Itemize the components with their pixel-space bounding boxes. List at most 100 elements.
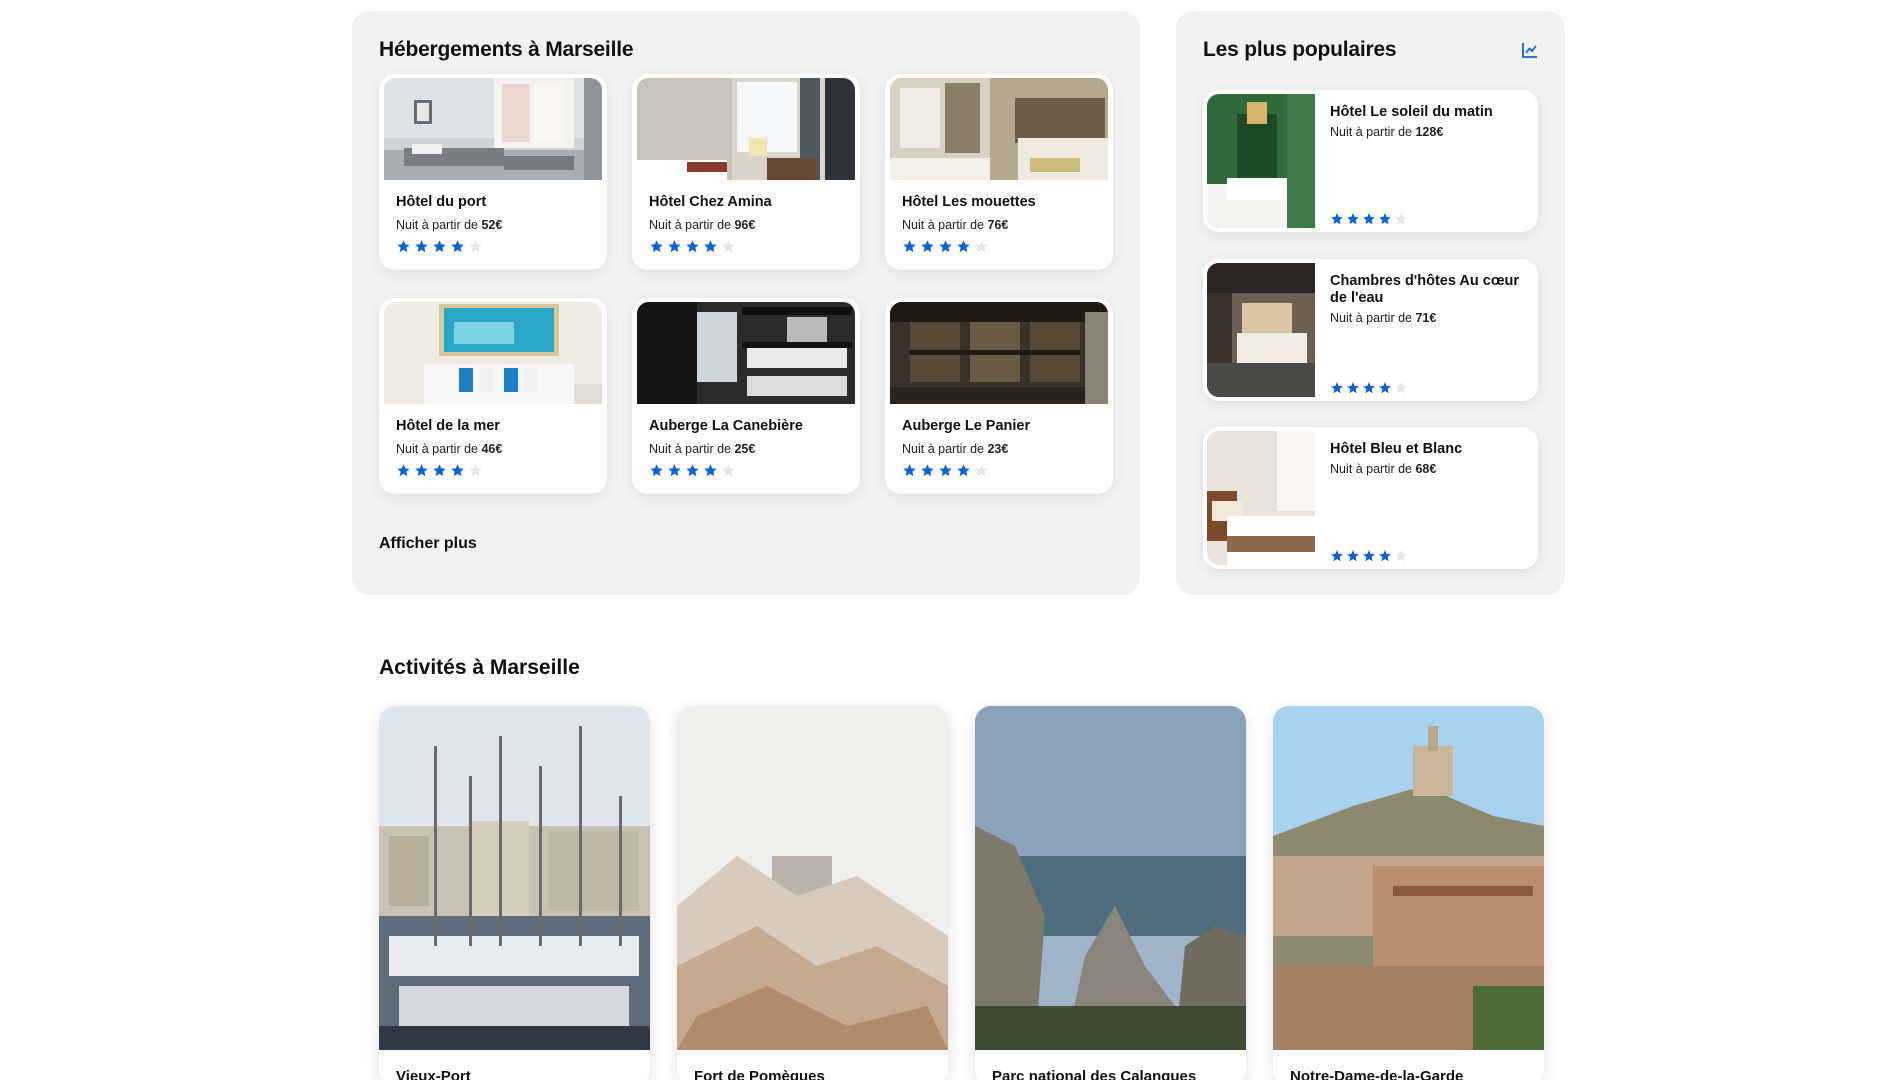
star-rating — [649, 239, 736, 254]
popular-section-title: Les plus populaires — [1203, 38, 1397, 61]
hotel-price: Nuit à partir de 76€ — [902, 218, 1009, 232]
hotel-card[interactable]: Auberge Le Panier Nuit à partir de 23€ — [885, 298, 1113, 494]
star-filled-icon — [650, 240, 663, 253]
activity-card[interactable]: Parc national des Calanques — [975, 706, 1246, 1080]
star-empty-icon — [975, 240, 988, 253]
popular-hotel-photo — [1207, 431, 1315, 565]
activity-name: Parc national des Calanques — [992, 1068, 1197, 1080]
star-filled-icon — [650, 464, 663, 477]
star-rating — [649, 463, 736, 478]
hotel-photo — [637, 78, 855, 180]
star-filled-icon — [433, 240, 446, 253]
star-filled-icon — [451, 464, 464, 477]
star-filled-icon — [1363, 382, 1375, 394]
star-filled-icon — [1379, 213, 1391, 225]
hotel-price: Nuit à partir de 25€ — [649, 442, 756, 456]
hotel-card[interactable]: Auberge La Canebière Nuit à partir de 25… — [632, 298, 860, 494]
hotel-price: Nuit à partir de 46€ — [396, 442, 503, 456]
star-filled-icon — [668, 240, 681, 253]
star-filled-icon — [921, 240, 934, 253]
star-empty-icon — [1395, 382, 1407, 394]
star-rating — [902, 239, 989, 254]
star-filled-icon — [939, 240, 952, 253]
star-empty-icon — [469, 464, 482, 477]
star-empty-icon — [722, 464, 735, 477]
activity-name: Notre-Dame-de-la-Garde — [1290, 1068, 1464, 1080]
star-filled-icon — [1331, 213, 1343, 225]
hotel-name: Hôtel Chez Amina — [649, 194, 772, 210]
activity-photo — [1273, 706, 1544, 1050]
star-filled-icon — [1331, 382, 1343, 394]
star-filled-icon — [451, 240, 464, 253]
star-empty-icon — [1395, 550, 1407, 562]
hotel-photo — [637, 302, 855, 404]
star-filled-icon — [704, 464, 717, 477]
hotels-section-title: Hébergements à Marseille — [379, 38, 634, 61]
star-empty-icon — [722, 240, 735, 253]
star-empty-icon — [1395, 213, 1407, 225]
show-more-link[interactable]: Afficher plus — [379, 535, 477, 553]
star-filled-icon — [686, 464, 699, 477]
activity-card[interactable]: Fort de Pomègues — [677, 706, 948, 1080]
popular-panel: Les plus populaires Hôtel Le soleil du m… — [1176, 11, 1565, 595]
star-filled-icon — [433, 464, 446, 477]
star-filled-icon — [397, 240, 410, 253]
activity-card[interactable]: Vieux-Port — [379, 706, 650, 1080]
activities-section-title: Activités à Marseille — [379, 656, 580, 679]
star-filled-icon — [903, 464, 916, 477]
activity-photo — [379, 706, 650, 1050]
hotel-name: Hôtel Les mouettes — [902, 194, 1036, 210]
star-filled-icon — [1347, 213, 1359, 225]
hotel-photo — [890, 302, 1108, 404]
star-rating — [396, 239, 483, 254]
star-filled-icon — [957, 240, 970, 253]
hotel-price: Nuit à partir de 23€ — [902, 442, 1009, 456]
activity-name: Vieux-Port — [396, 1068, 471, 1080]
star-filled-icon — [1363, 213, 1375, 225]
activity-photo — [975, 706, 1246, 1050]
star-filled-icon — [415, 464, 428, 477]
hotel-card[interactable]: Hôtel du port Nuit à partir de 52€ — [379, 74, 607, 270]
star-filled-icon — [704, 240, 717, 253]
star-filled-icon — [1347, 550, 1359, 562]
hotel-card[interactable]: Hôtel de la mer Nuit à partir de 46€ — [379, 298, 607, 494]
star-rating — [1330, 212, 1408, 226]
popular-hotel-price: Nuit à partir de 71€ — [1330, 311, 1437, 325]
star-rating — [902, 463, 989, 478]
star-filled-icon — [397, 464, 410, 477]
hotel-price: Nuit à partir de 52€ — [396, 218, 503, 232]
star-filled-icon — [1379, 550, 1391, 562]
star-rating — [1330, 549, 1408, 563]
activity-photo — [677, 706, 948, 1050]
star-filled-icon — [668, 464, 681, 477]
star-rating — [1330, 381, 1408, 395]
hotel-photo — [384, 78, 602, 180]
popular-hotel-card[interactable]: Chambres d'hôtes Au cœur de l'eau Nuit à… — [1203, 259, 1538, 401]
popular-hotel-price: Nuit à partir de 68€ — [1330, 462, 1437, 476]
activity-name: Fort de Pomègues — [694, 1068, 825, 1080]
popular-hotel-photo — [1207, 94, 1315, 228]
popular-hotel-card[interactable]: Hôtel Bleu et Blanc Nuit à partir de 68€ — [1203, 427, 1538, 569]
star-filled-icon — [921, 464, 934, 477]
popular-hotel-card[interactable]: Hôtel Le soleil du matin Nuit à partir d… — [1203, 90, 1538, 232]
popular-hotel-name: Hôtel Le soleil du matin — [1330, 104, 1493, 120]
popular-hotel-photo — [1207, 263, 1315, 397]
star-filled-icon — [1347, 382, 1359, 394]
hotel-price: Nuit à partir de 96€ — [649, 218, 756, 232]
star-filled-icon — [415, 240, 428, 253]
star-filled-icon — [1363, 550, 1375, 562]
star-empty-icon — [469, 240, 482, 253]
trending-chart-icon[interactable] — [1521, 41, 1539, 59]
star-filled-icon — [903, 240, 916, 253]
activity-card[interactable]: Notre-Dame-de-la-Garde — [1273, 706, 1544, 1080]
hotel-name: Auberge Le Panier — [902, 418, 1031, 434]
hotel-card[interactable]: Hôtel Chez Amina Nuit à partir de 96€ — [632, 74, 860, 270]
star-filled-icon — [686, 240, 699, 253]
popular-hotel-name: Hôtel Bleu et Blanc — [1330, 441, 1463, 457]
star-filled-icon — [957, 464, 970, 477]
hotel-name: Auberge La Canebière — [649, 418, 803, 434]
hotel-photo — [384, 302, 602, 404]
popular-hotel-price: Nuit à partir de 128€ — [1330, 125, 1444, 139]
hotel-name: Hôtel de la mer — [396, 418, 500, 434]
hotel-card[interactable]: Hôtel Les mouettes Nuit à partir de 76€ — [885, 74, 1113, 270]
